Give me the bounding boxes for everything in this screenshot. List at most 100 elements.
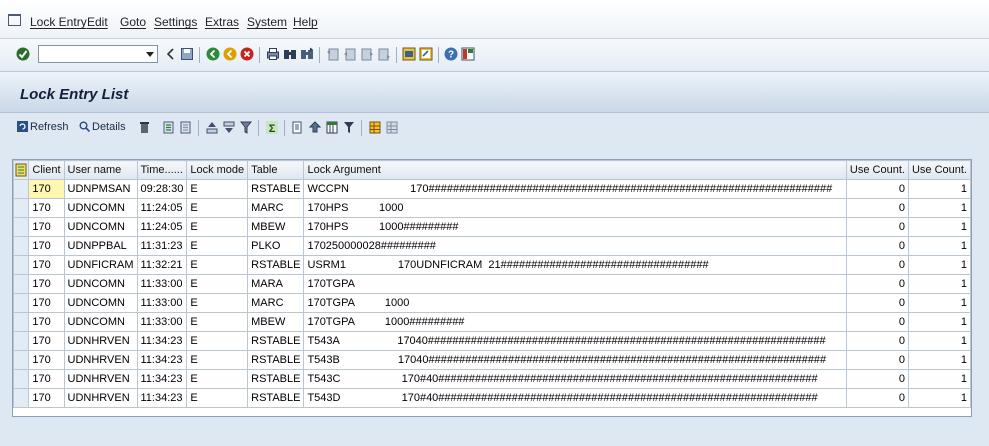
cancel-icon[interactable] (240, 47, 254, 61)
cell-lock-mode[interactable]: E (186, 274, 249, 294)
row-selector[interactable] (12, 293, 30, 313)
menu-goto[interactable]: Goto (120, 15, 146, 29)
cell-time[interactable]: 11:32:21 (136, 255, 188, 275)
column-header-use-count-2[interactable]: Use Count. (907, 160, 972, 180)
cell-use-count-2[interactable]: 1 (907, 274, 972, 294)
sort-ascending-icon[interactable] (206, 121, 218, 134)
cell-lock-mode[interactable]: E (186, 350, 249, 370)
cell-client[interactable]: 170 (28, 388, 65, 408)
cell-lock-argument[interactable]: USRM1 170UDNFICRAM 21###################… (303, 255, 847, 275)
print-icon[interactable] (266, 47, 280, 61)
row-selector[interactable] (12, 369, 30, 389)
cell-table[interactable]: MARC (247, 293, 305, 313)
layout-icon[interactable] (461, 47, 475, 61)
cell-table[interactable]: RSTABLE (247, 331, 305, 351)
refresh-button[interactable]: Refresh (17, 121, 69, 137)
cell-use-count-1[interactable]: 0 (845, 350, 909, 370)
find-icon[interactable] (283, 47, 297, 61)
cell-lock-argument[interactable]: 170HPS 1000 (303, 198, 847, 218)
table-row[interactable]: 170 UDNCOMN 11:33:00 E MARC 170TGPA 1000 0 1 (12, 293, 972, 313)
cell-time[interactable]: 11:33:00 (136, 274, 188, 294)
menu-system[interactable]: System (247, 15, 287, 29)
cell-time[interactable]: 11:34:23 (136, 350, 188, 370)
row-selector[interactable] (12, 179, 30, 199)
shortcut-icon[interactable] (419, 47, 433, 61)
back-icon[interactable] (164, 47, 178, 61)
cell-user-name[interactable]: UDNPMSAN (63, 179, 138, 199)
cell-time[interactable]: 09:28:30 (136, 179, 188, 199)
cell-table[interactable]: MBEW (247, 312, 305, 332)
cell-client[interactable]: 170 (28, 255, 65, 275)
cell-use-count-1[interactable]: 0 (845, 312, 909, 332)
column-header-client[interactable]: Client (28, 160, 65, 180)
cell-table[interactable]: RSTABLE (247, 350, 305, 370)
cell-use-count-1[interactable]: 0 (845, 198, 909, 218)
spreadsheet-icon[interactable] (326, 121, 338, 134)
cell-table[interactable]: RSTABLE (247, 255, 305, 275)
command-field[interactable] (38, 45, 158, 63)
cell-lock-mode[interactable]: E (186, 179, 249, 199)
cell-lock-mode[interactable]: E (186, 293, 249, 313)
column-header-time[interactable]: Time...... (136, 160, 188, 180)
cell-lock-mode[interactable]: E (186, 312, 249, 332)
cell-lock-mode[interactable]: E (186, 236, 249, 256)
cell-use-count-2[interactable]: 1 (907, 312, 972, 332)
create-session-icon[interactable] (402, 47, 416, 61)
cell-user-name[interactable]: UDNHRVEN (63, 331, 138, 351)
table-row[interactable]: 170 UDNFICRAM 11:32:21 E RSTABLE USRM1 170UDN… (12, 255, 972, 275)
cell-client[interactable]: 170 (28, 331, 65, 351)
cell-lock-mode[interactable]: E (186, 388, 249, 408)
cell-use-count-2[interactable]: 1 (907, 236, 972, 256)
table-row[interactable]: 170 UDNHRVEN 11:34:23 E RSTABLE T543D 170#40#… (12, 388, 972, 408)
cell-use-count-1[interactable]: 0 (845, 217, 909, 237)
cell-client[interactable]: 170 (28, 293, 65, 313)
cell-client[interactable]: 170 (28, 350, 65, 370)
cell-lock-argument[interactable]: 170HPS 1000######### (303, 217, 847, 237)
cell-table[interactable]: RSTABLE (247, 369, 305, 389)
cell-lock-argument[interactable]: 170TGPA (303, 274, 847, 294)
change-layout-icon[interactable] (369, 121, 381, 134)
cell-lock-argument[interactable]: T543B 17040#############################… (303, 350, 847, 370)
table-row[interactable]: 170 UDNCOMN 11:24:05 E MBEW 170HPS 1000######… (12, 217, 972, 237)
cell-table[interactable]: RSTABLE (247, 179, 305, 199)
cell-client[interactable]: 170 (28, 312, 65, 332)
row-selector[interactable] (12, 331, 30, 351)
cell-user-name[interactable]: UDNFICRAM (63, 255, 138, 275)
cell-use-count-2[interactable]: 1 (907, 331, 972, 351)
sort-descending-icon[interactable] (223, 121, 235, 134)
window-menu-icon[interactable] (8, 14, 21, 26)
cell-time[interactable]: 11:34:23 (136, 331, 188, 351)
cell-table[interactable]: RSTABLE (247, 388, 305, 408)
cell-lock-mode[interactable]: E (186, 198, 249, 218)
enter-icon[interactable] (16, 47, 30, 61)
select-layout-icon[interactable] (386, 121, 398, 134)
menu-settings[interactable]: Settings (154, 15, 197, 29)
cell-lock-mode[interactable]: E (186, 255, 249, 275)
deselect-all-icon[interactable] (180, 121, 191, 134)
cell-client[interactable]: 170 (28, 217, 65, 237)
cell-use-count-1[interactable]: 0 (845, 293, 909, 313)
cell-user-name[interactable]: UDNCOMN (63, 217, 138, 237)
back-nav-icon[interactable] (206, 47, 220, 61)
table-row[interactable]: 170 UDNPMSAN 09:28:30 E RSTABLE WCCPN 170####… (12, 179, 972, 199)
details-button[interactable]: Details (79, 121, 126, 137)
row-selector[interactable] (12, 312, 30, 332)
cell-client[interactable]: 170 (28, 369, 65, 389)
cell-use-count-2[interactable]: 1 (907, 179, 972, 199)
save-icon[interactable] (180, 47, 194, 61)
column-settings-icon[interactable] (14, 163, 28, 177)
last-page-icon[interactable] (377, 47, 391, 61)
set-filter-icon[interactable] (343, 121, 355, 134)
select-all-cell[interactable] (12, 160, 30, 180)
cell-table[interactable]: MBEW (247, 217, 305, 237)
menu-help[interactable]: Help (293, 15, 318, 29)
first-page-icon[interactable] (326, 47, 340, 61)
cell-user-name[interactable]: UDNHRVEN (63, 350, 138, 370)
cell-use-count-1[interactable]: 0 (845, 255, 909, 275)
cell-time[interactable]: 11:24:05 (136, 217, 188, 237)
cell-time[interactable]: 11:33:00 (136, 312, 188, 332)
chevron-down-icon[interactable] (146, 52, 154, 57)
table-row[interactable]: 170 UDNHRVEN 11:34:23 E RSTABLE T543B 17040##… (12, 350, 972, 370)
row-selector[interactable] (12, 388, 30, 408)
menu-edit[interactable]: Edit (87, 15, 108, 29)
